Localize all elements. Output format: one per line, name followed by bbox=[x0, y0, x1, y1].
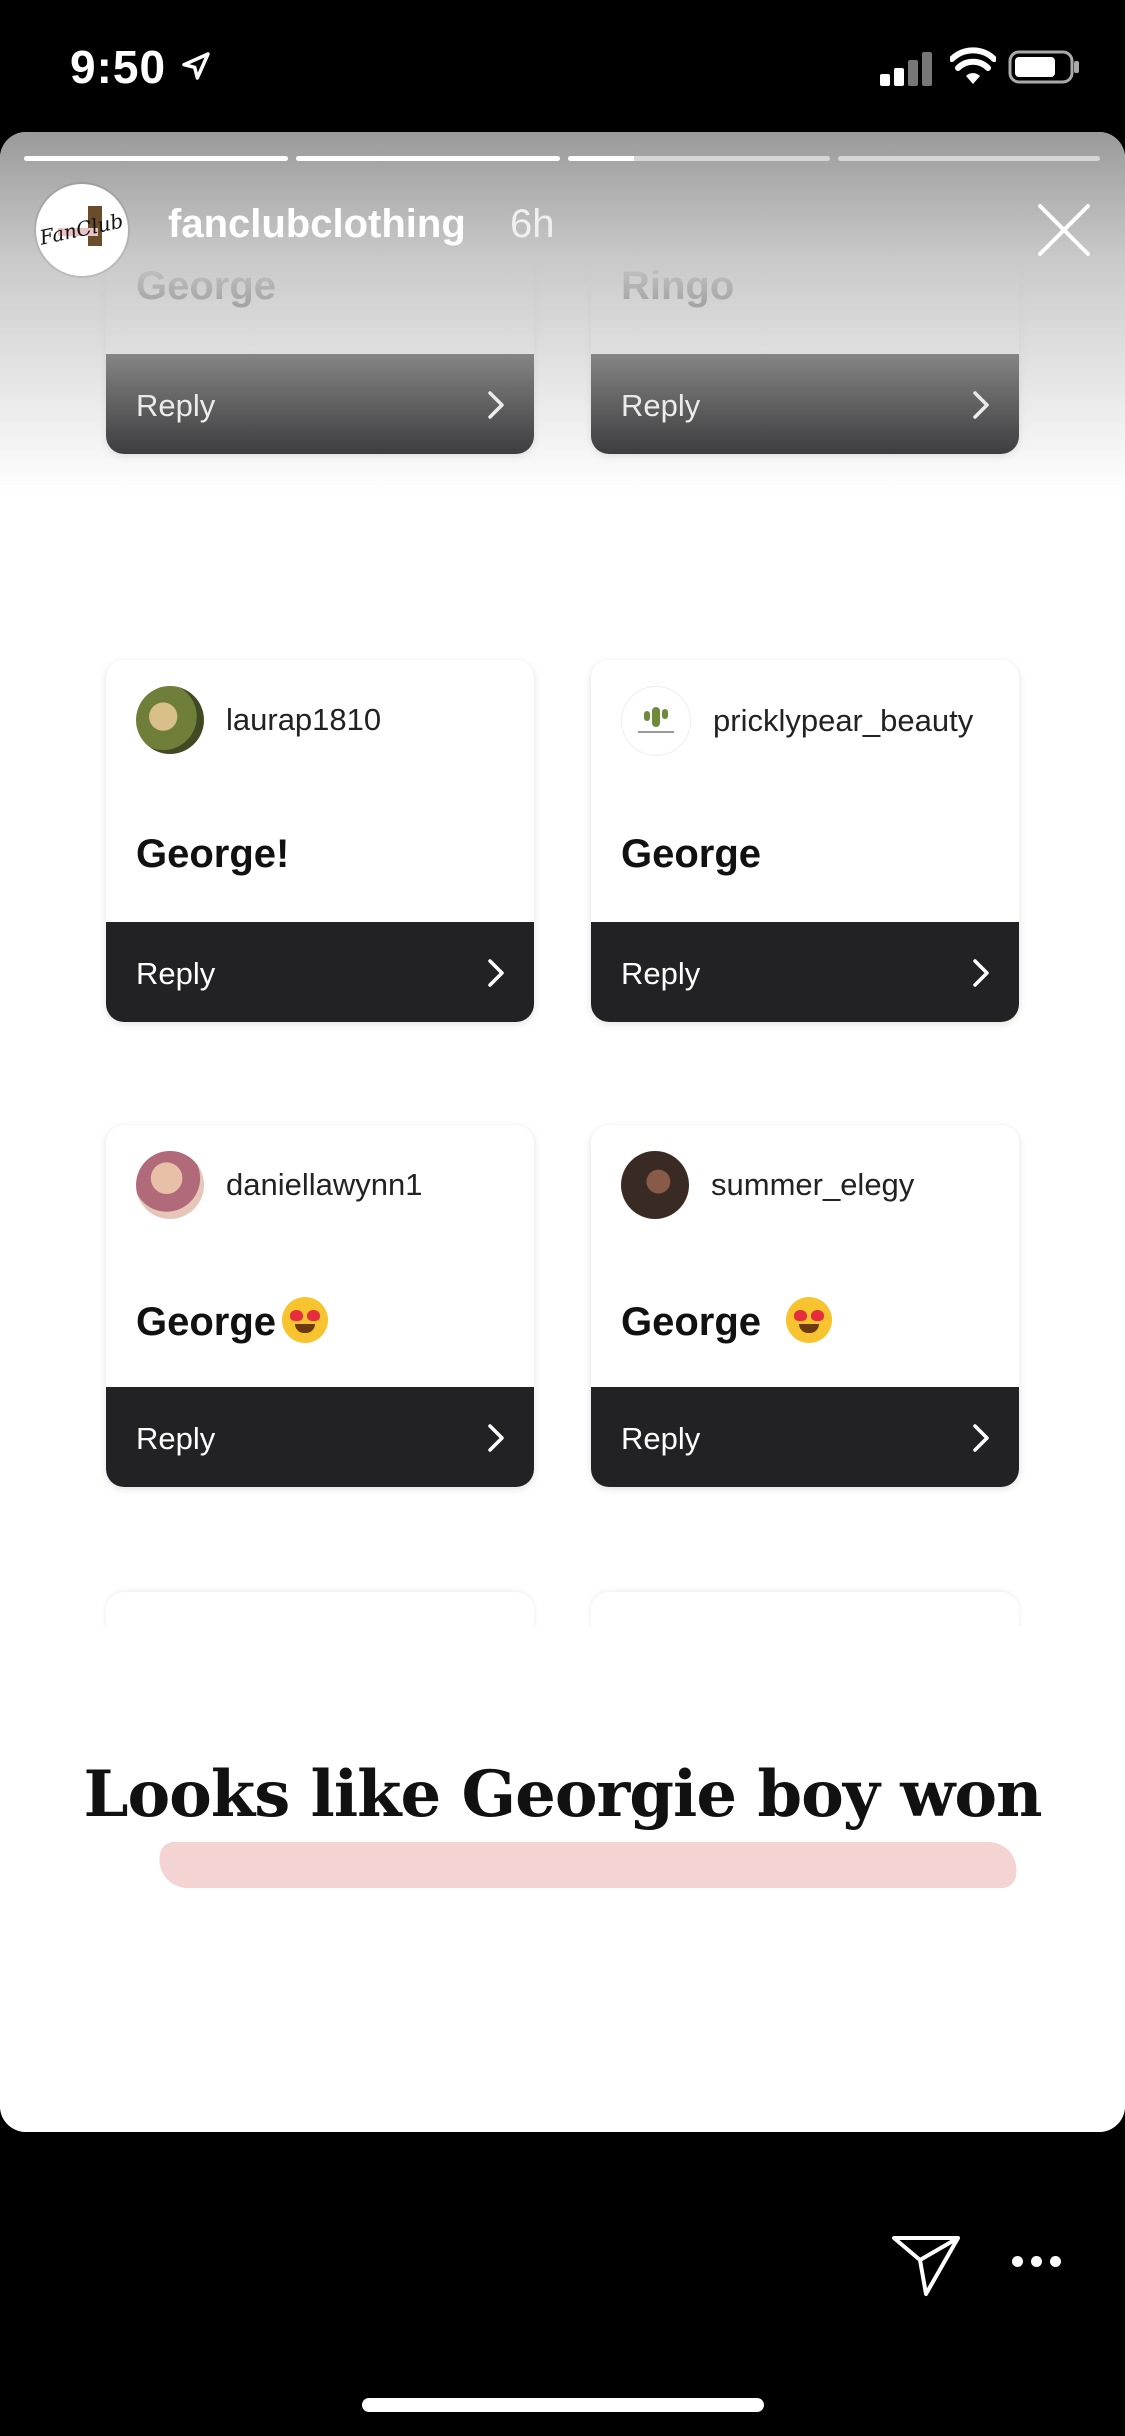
story-age: 6h bbox=[510, 202, 555, 246]
send-icon[interactable] bbox=[890, 2232, 962, 2298]
progress-segment-2 bbox=[296, 156, 560, 161]
response-username[interactable]: summer_elegy bbox=[711, 1167, 914, 1203]
reply-button[interactable]: Reply bbox=[591, 354, 1019, 454]
story-header: FanClub fanclubclothing 6h bbox=[0, 180, 1125, 280]
user-avatar[interactable] bbox=[136, 1151, 204, 1219]
reply-button[interactable]: Reply bbox=[591, 1387, 1019, 1487]
response-user: pricklypear_beauty bbox=[621, 686, 973, 756]
response-username[interactable]: pricklypear_beauty bbox=[713, 703, 973, 739]
response-card: daniellawynn1 George Reply bbox=[106, 1125, 534, 1487]
progress-fill bbox=[568, 156, 634, 161]
reply-label: Reply bbox=[621, 956, 701, 991]
status-bar: 9:50 bbox=[0, 0, 1125, 132]
story-footer bbox=[0, 2132, 1125, 2436]
caption-highlight bbox=[153, 1842, 1023, 1888]
brand-avatar[interactable]: FanClub bbox=[36, 184, 128, 276]
story-caption: Looks like Georgie boy won bbox=[83, 1757, 1042, 1832]
reply-label: Reply bbox=[136, 956, 216, 991]
response-user: summer_elegy bbox=[621, 1151, 914, 1219]
chevron-right-icon bbox=[973, 1424, 989, 1452]
response-answer: George bbox=[621, 1297, 833, 1345]
fanclub-logo-icon: FanClub bbox=[36, 206, 125, 250]
user-avatar[interactable] bbox=[621, 686, 691, 756]
response-card: summer_elegy George Reply bbox=[591, 1125, 1019, 1487]
response-user: daniellawynn1 bbox=[136, 1151, 422, 1219]
chevron-right-icon bbox=[488, 1424, 504, 1452]
close-icon[interactable] bbox=[1036, 202, 1092, 258]
reply-button[interactable]: Reply bbox=[106, 1387, 534, 1487]
progress-segment-1 bbox=[24, 156, 288, 161]
story-viewer[interactable]: FanClub fanclubclothing 6h jessrmerc Geo… bbox=[0, 132, 1125, 2132]
response-username[interactable]: hollyabithomas bbox=[711, 134, 918, 170]
answer-text: George bbox=[621, 1300, 773, 1344]
heart-eyes-emoji-icon bbox=[282, 1297, 329, 1343]
chevron-right-icon bbox=[973, 391, 989, 419]
cactus-logo-icon bbox=[638, 707, 674, 733]
wifi-icon bbox=[950, 47, 996, 84]
response-answer: George bbox=[136, 1297, 329, 1345]
status-time: 9:50 bbox=[70, 41, 167, 93]
reply-button[interactable]: Reply bbox=[106, 922, 534, 1022]
chevron-right-icon bbox=[973, 959, 989, 987]
reply-label: Reply bbox=[621, 388, 701, 423]
response-user: laurap1810 bbox=[136, 686, 381, 754]
account-name[interactable]: fanclubclothing bbox=[168, 202, 466, 247]
reply-label: Reply bbox=[621, 1421, 701, 1456]
progress-segment-3 bbox=[568, 156, 830, 161]
more-options-icon[interactable] bbox=[1012, 2256, 1062, 2270]
battery-icon bbox=[1008, 50, 1079, 84]
heart-eyes-emoji-icon bbox=[786, 1297, 833, 1343]
answer-text: George bbox=[136, 1300, 277, 1344]
progress-fill bbox=[296, 156, 560, 161]
response-answer: George bbox=[621, 832, 762, 876]
reply-label: Reply bbox=[136, 388, 216, 423]
progress-segment-4 bbox=[838, 156, 1100, 161]
chevron-right-icon bbox=[488, 959, 504, 987]
svg-text:FanClub: FanClub bbox=[36, 209, 125, 250]
response-card: pricklypear_beauty George Reply bbox=[591, 660, 1019, 1022]
user-avatar[interactable] bbox=[621, 1151, 689, 1219]
response-username[interactable]: jessrmerc bbox=[226, 134, 360, 170]
location-arrow-icon bbox=[182, 52, 210, 80]
progress-fill bbox=[24, 156, 288, 161]
home-indicator[interactable] bbox=[362, 2398, 764, 2412]
reply-button[interactable]: Reply bbox=[591, 922, 1019, 1022]
response-card: laurap1810 George! Reply bbox=[106, 660, 534, 1022]
chevron-right-icon bbox=[488, 391, 504, 419]
reply-label: Reply bbox=[136, 1421, 216, 1456]
cellular-signal-icon bbox=[880, 52, 934, 86]
response-username[interactable]: laurap1810 bbox=[226, 702, 381, 738]
reply-button[interactable]: Reply bbox=[106, 354, 534, 454]
response-answer: George! bbox=[136, 832, 290, 876]
user-avatar[interactable] bbox=[136, 686, 204, 754]
response-username[interactable]: daniellawynn1 bbox=[226, 1167, 422, 1203]
